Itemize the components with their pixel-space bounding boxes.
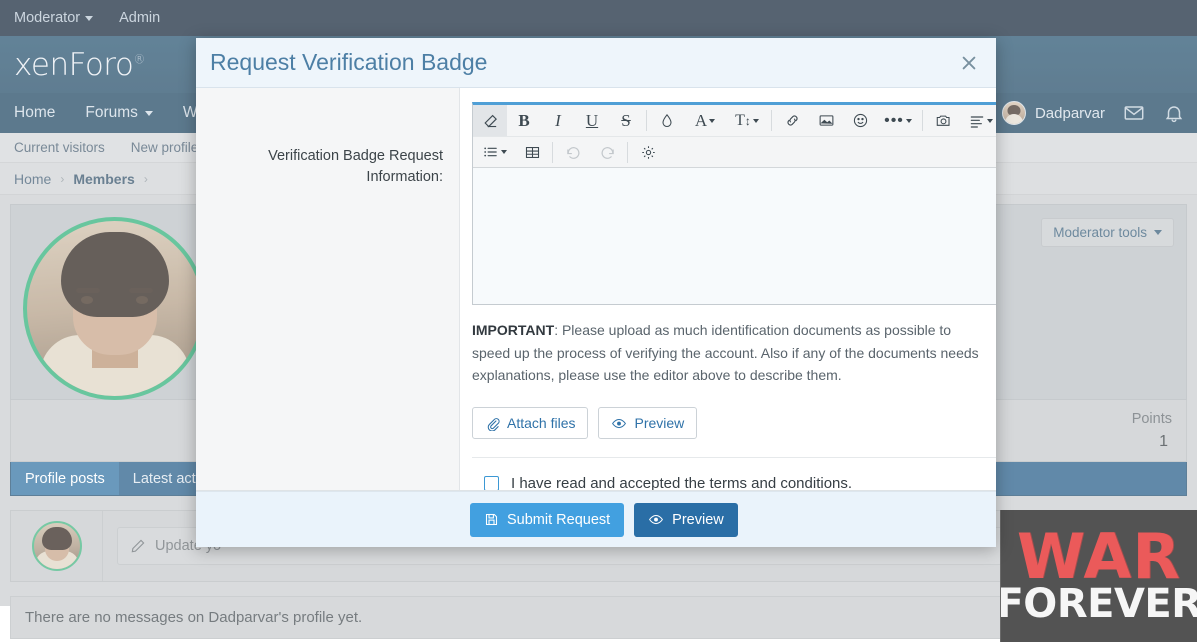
field-label: Verification Badge Request Information: — [196, 88, 460, 490]
link-icon[interactable] — [775, 105, 809, 136]
chevron-down-icon — [987, 118, 993, 123]
editor-toolbar: B I U S A T ↕ ••• — [473, 105, 996, 168]
chevron-down-icon — [752, 118, 759, 123]
toolbar-separator — [646, 110, 647, 131]
camera-icon[interactable] — [926, 105, 960, 136]
page-root: Moderator Admin xenForo® Home Forums Wh — [0, 0, 1197, 642]
toolbar-separator — [922, 110, 923, 131]
more-options-icon[interactable]: ••• — [877, 105, 919, 136]
important-note-strong: IMPORTANT — [472, 322, 555, 338]
dialog-title: Request Verification Badge — [210, 49, 488, 75]
settings-icon[interactable] — [631, 137, 665, 168]
terms-label: I have read and accepted the terms and c… — [511, 475, 853, 491]
important-note: IMPORTANT: Please upload as much identif… — [472, 319, 986, 387]
preview-button[interactable]: Preview — [598, 407, 698, 440]
eye-icon — [648, 512, 664, 527]
strikethrough-icon[interactable]: S — [609, 105, 643, 136]
toolbar-separator — [771, 110, 772, 131]
footer-preview-button[interactable]: Preview — [634, 502, 738, 537]
chevron-down-icon — [709, 118, 716, 123]
remove-format-icon[interactable] — [473, 105, 507, 136]
image-icon[interactable] — [809, 105, 843, 136]
italic-icon[interactable]: I — [541, 105, 575, 136]
chevron-down-icon — [500, 150, 507, 154]
redo-icon[interactable] — [590, 137, 624, 168]
editor-text-area[interactable] — [473, 168, 996, 304]
attach-files-button[interactable]: Attach files — [472, 407, 589, 440]
font-family-icon[interactable]: A — [684, 105, 726, 136]
paperclip-icon — [485, 416, 500, 431]
attach-files-label: Attach files — [507, 415, 576, 432]
text-color-icon[interactable] — [650, 105, 684, 136]
rich-text-editor: B I U S A T ↕ ••• — [472, 102, 996, 305]
terms-row: I have read and accepted the terms and c… — [472, 457, 996, 491]
list-icon[interactable] — [473, 137, 515, 168]
toolbar-separator — [552, 141, 553, 163]
chevron-down-icon — [905, 118, 912, 123]
dialog-header: Request Verification Badge — [196, 38, 996, 88]
table-icon[interactable] — [515, 137, 549, 168]
underline-icon[interactable]: U — [575, 105, 609, 136]
toolbar-separator — [627, 141, 628, 163]
preview-label: Preview — [634, 415, 685, 432]
dialog-footer: Submit Request Preview — [196, 491, 996, 547]
bold-icon[interactable]: B — [507, 105, 541, 136]
editor-toolbar-row-1: B I U S A T ↕ ••• — [473, 105, 996, 136]
font-size-icon[interactable]: T ↕ — [726, 105, 768, 136]
dialog-body: Verification Badge Request Information: … — [196, 88, 996, 491]
align-icon[interactable] — [960, 105, 996, 136]
field-column: B I U S A T ↕ ••• IMPORTANT: Please uplo… — [460, 88, 996, 490]
editor-toolbar-row-2 — [473, 136, 996, 167]
smilie-icon[interactable] — [843, 105, 877, 136]
request-verification-badge-dialog: Request Verification Badge Verification … — [196, 38, 996, 547]
submit-request-button[interactable]: Submit Request — [470, 502, 625, 537]
submit-request-label: Submit Request — [507, 511, 611, 528]
terms-checkbox[interactable] — [484, 476, 499, 490]
undo-icon[interactable] — [556, 137, 590, 168]
editor-actions: Attach files Preview — [472, 407, 996, 440]
eye-icon — [611, 416, 627, 431]
save-icon — [484, 512, 499, 527]
close-icon[interactable] — [956, 50, 982, 76]
footer-preview-label: Preview — [672, 511, 724, 528]
